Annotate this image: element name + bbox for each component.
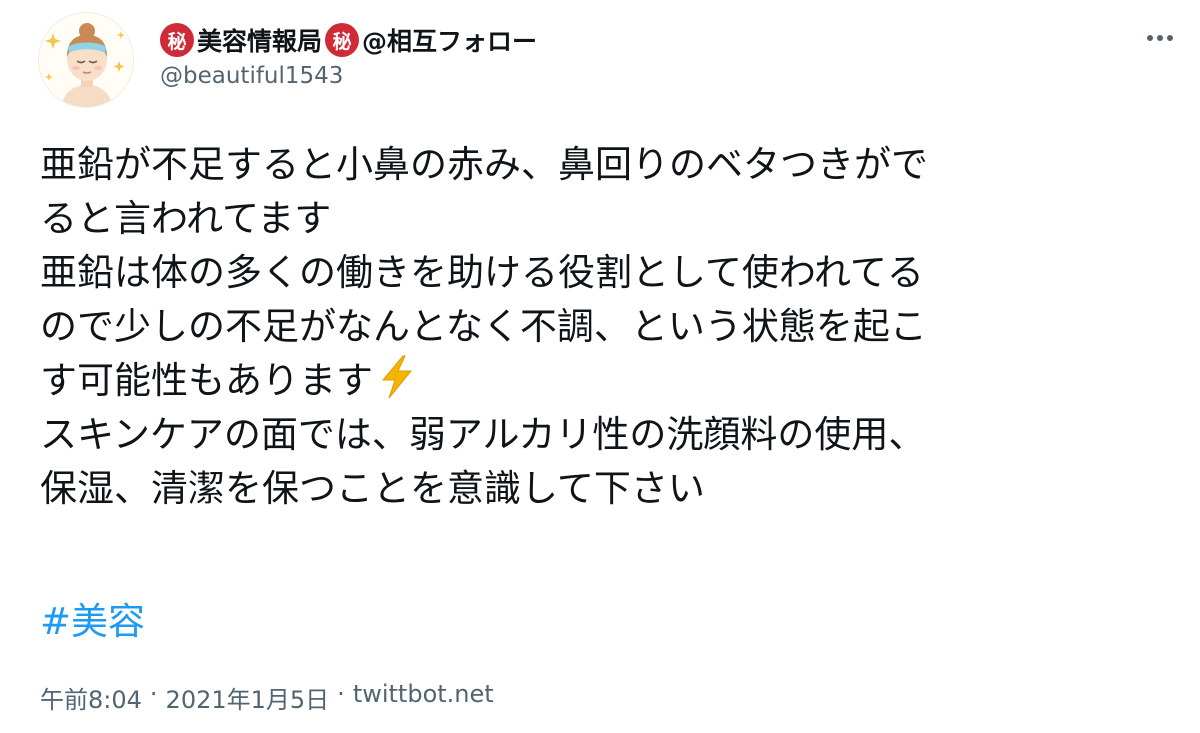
lightning-bolt-icon: [381, 355, 413, 399]
tweet-line-with-emoji: す可能性もあります: [40, 354, 1160, 408]
more-options-button[interactable]: [1140, 18, 1180, 58]
author-name-suffix: @相互フォロー: [362, 27, 538, 56]
tweet-source-link[interactable]: twittbot.net: [353, 680, 494, 715]
tweet-line: 保湿、清潔を保つことを意識して下さい: [40, 467, 705, 510]
tweet-metadata: 午前8:04 · 2021年1月5日 · twittbot.net: [40, 680, 494, 715]
author-avatar[interactable]: [38, 12, 134, 108]
tweet-line: す可能性もあります: [40, 359, 373, 402]
tweet-line: 亜鉛が不足すると小鼻の赤み、鼻回りのベタつきがで: [40, 143, 928, 186]
author-name-main: 美容情報局: [197, 27, 323, 56]
tweet-line: スキンケアの面では、弱アルカリ性の洗顔料の使用、: [40, 413, 926, 456]
hashtag-link[interactable]: #美容: [40, 595, 145, 649]
secret-badge-emoji: 秘: [160, 23, 194, 57]
tweet-line: ると言われてます: [40, 197, 332, 240]
tweet-date[interactable]: 2021年1月5日: [166, 680, 330, 715]
author-name[interactable]: 秘 美容情報局 秘 @相互フォロー: [160, 20, 538, 60]
tweet-line: ので少しの不足がなんとなく不調、という状態を起こ: [40, 305, 927, 348]
avatar-illustration: [39, 13, 133, 107]
tweet-text: 亜鉛が不足すると小鼻の赤み、鼻回りのベタつきがで ると言われてます 亜鉛は体の多…: [40, 138, 1160, 516]
author-handle[interactable]: @beautiful1543: [160, 63, 343, 89]
tweet-line: 亜鉛は体の多くの働きを助ける役割として使われてる: [40, 251, 924, 294]
tweet-card: 秘 美容情報局 秘 @相互フォロー @beautiful1543 亜鉛が不足する…: [0, 0, 1200, 733]
tweet-time[interactable]: 午前8:04: [40, 680, 142, 715]
secret-badge-emoji: 秘: [325, 23, 360, 57]
meta-separator: ·: [149, 680, 158, 708]
meta-separator: ·: [337, 680, 345, 708]
more-horizontal-icon: [1147, 35, 1173, 41]
